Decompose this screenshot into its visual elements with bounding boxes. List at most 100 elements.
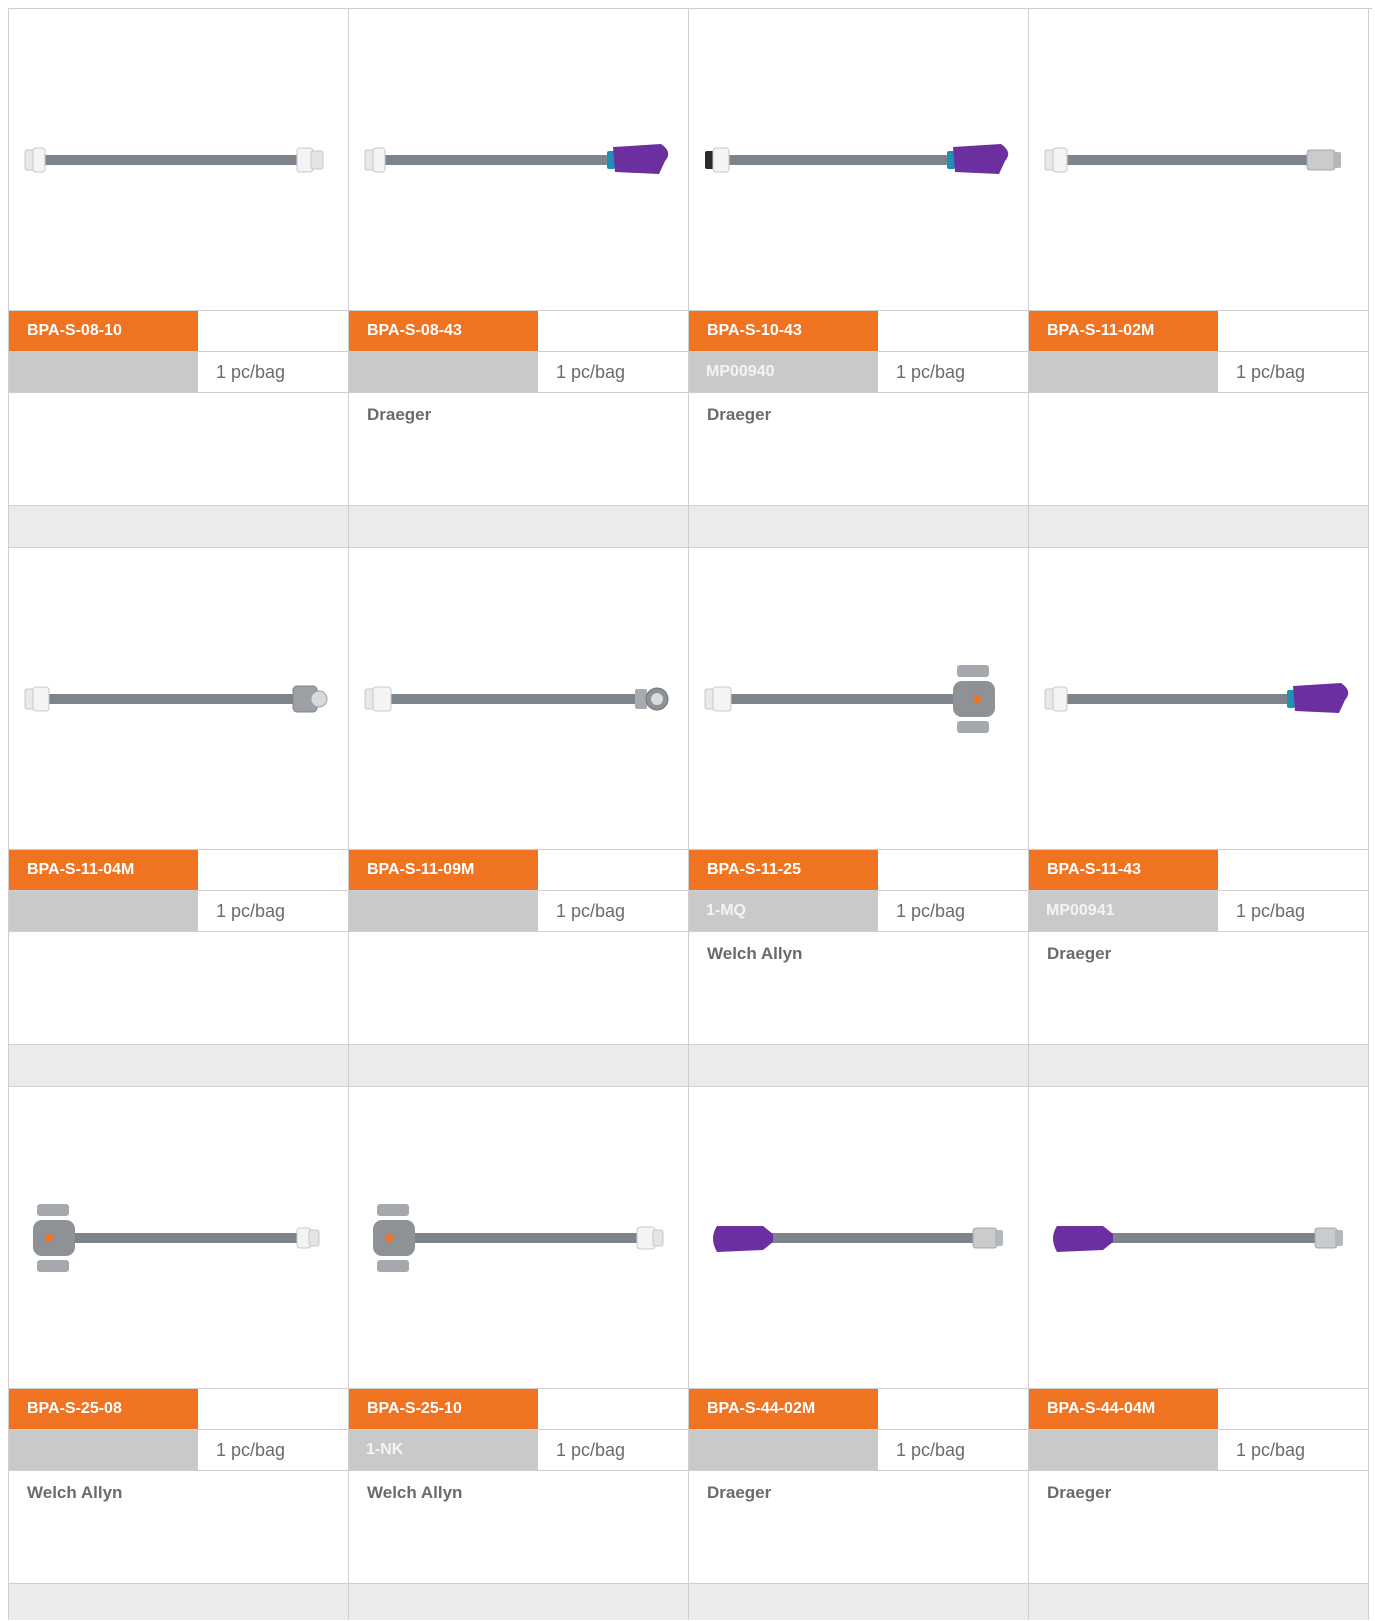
compatible-brand: Draeger — [349, 393, 688, 506]
packaging-unit: 1 pc/bag — [198, 352, 348, 392]
empty-cell — [878, 311, 1028, 351]
reference-number — [9, 891, 198, 931]
row-divider — [349, 1045, 688, 1087]
hose-clip-end-icon — [704, 664, 995, 733]
row-divider — [689, 1584, 1028, 1620]
info-row: 1 pc/bag — [689, 1430, 1028, 1471]
empty-cell — [878, 1389, 1028, 1429]
row-divider — [349, 1584, 688, 1620]
packaging-unit: 1 pc/bag — [1218, 1430, 1368, 1470]
hose-grey-knurled-icon — [24, 685, 327, 712]
info-row: 1 pc/bag — [349, 891, 688, 932]
compatible-brand — [1029, 393, 1368, 506]
product-code: BPA-S-11-25 — [689, 850, 878, 890]
empty-cell — [538, 1389, 688, 1429]
compatible-brand: Welch Allyn — [9, 1471, 348, 1584]
empty-cell — [1218, 850, 1368, 890]
code-row: BPA-S-25-10 — [349, 1389, 688, 1430]
row-divider — [9, 1045, 348, 1087]
product-image — [689, 9, 1028, 311]
code-row: BPA-S-10-43 — [689, 311, 1028, 352]
row-divider — [1029, 1045, 1368, 1087]
hose-purple-end-icon — [364, 143, 668, 174]
product-card: BPA-S-11-09M 1 pc/bag — [349, 548, 689, 1087]
code-row: BPA-S-44-02M — [689, 1389, 1028, 1430]
compatible-brand — [9, 932, 348, 1045]
reference-number — [689, 1430, 878, 1470]
row-divider — [349, 506, 688, 548]
empty-cell — [198, 1389, 348, 1429]
product-image — [1029, 1087, 1368, 1389]
product-code: BPA-S-25-08 — [9, 1389, 198, 1429]
compatible-brand: Draeger — [1029, 932, 1368, 1045]
info-row: 1 pc/bag — [1029, 352, 1368, 393]
reference-number — [9, 352, 198, 392]
info-row: 1 pc/bag — [349, 352, 688, 393]
product-code: BPA-S-08-43 — [349, 311, 538, 351]
empty-cell — [538, 850, 688, 890]
compatible-brand — [349, 932, 688, 1045]
packaging-unit: 1 pc/bag — [538, 891, 688, 931]
hose-clip-start-icon — [32, 1203, 319, 1272]
info-row: 1 pc/bag — [9, 891, 348, 932]
info-row: MP00941 1 pc/bag — [1029, 891, 1368, 932]
product-image — [349, 1087, 688, 1389]
product-code: BPA-S-08-10 — [9, 311, 198, 351]
product-card: BPA-S-11-04M 1 pc/bag — [9, 548, 349, 1087]
product-image — [349, 9, 688, 311]
row-divider — [1029, 506, 1368, 548]
hose-clip-start-icon — [372, 1203, 663, 1272]
code-row: BPA-S-11-04M — [9, 850, 348, 891]
code-row: BPA-S-25-08 — [9, 1389, 348, 1430]
product-grid: BPA-S-08-10 1 pc/bag BPA-S-08-43 1 pc/ba… — [8, 8, 1372, 1620]
hose-purple-start-icon — [712, 1225, 1003, 1252]
code-row: BPA-S-11-02M — [1029, 311, 1368, 352]
compatible-brand: Draeger — [1029, 1471, 1368, 1584]
info-row: 1-MQ 1 pc/bag — [689, 891, 1028, 932]
product-code: BPA-S-10-43 — [689, 311, 878, 351]
product-image — [9, 9, 348, 311]
info-row: MP00940 1 pc/bag — [689, 352, 1028, 393]
reference-number — [349, 352, 538, 392]
reference-number: MP00941 — [1029, 891, 1218, 931]
empty-cell — [1218, 311, 1368, 351]
product-image — [9, 548, 348, 850]
product-code: BPA-S-11-02M — [1029, 311, 1218, 351]
product-image — [349, 548, 688, 850]
product-card: BPA-S-11-25 1-MQ 1 pc/bag Welch Allyn — [689, 548, 1029, 1087]
packaging-unit: 1 pc/bag — [538, 352, 688, 392]
row-divider — [1029, 1584, 1368, 1620]
packaging-unit: 1 pc/bag — [878, 891, 1028, 931]
product-card: BPA-S-44-04M 1 pc/bag Draeger — [1029, 1087, 1369, 1620]
product-card: BPA-S-11-02M 1 pc/bag — [1029, 9, 1369, 548]
product-card: BPA-S-44-02M 1 pc/bag Draeger — [689, 1087, 1029, 1620]
compatible-brand: Draeger — [689, 1471, 1028, 1584]
product-code: BPA-S-44-04M — [1029, 1389, 1218, 1429]
empty-cell — [198, 311, 348, 351]
hose-purple-start-icon — [1052, 1225, 1343, 1252]
code-row: BPA-S-11-43 — [1029, 850, 1368, 891]
packaging-unit: 1 pc/bag — [538, 1430, 688, 1470]
product-code: BPA-S-11-09M — [349, 850, 538, 890]
empty-cell — [538, 311, 688, 351]
compatible-brand: Welch Allyn — [349, 1471, 688, 1584]
reference-number: 1-MQ — [689, 891, 878, 931]
row-divider — [689, 1045, 1028, 1087]
product-card: BPA-S-11-43 MP00941 1 pc/bag Draeger — [1029, 548, 1369, 1087]
empty-cell — [198, 850, 348, 890]
compatible-brand — [9, 393, 348, 506]
code-row: BPA-S-11-25 — [689, 850, 1028, 891]
info-row: 1 pc/bag — [9, 352, 348, 393]
compatible-brand: Welch Allyn — [689, 932, 1028, 1045]
info-row: 1-NK 1 pc/bag — [349, 1430, 688, 1471]
info-row: 1 pc/bag — [1029, 1430, 1368, 1471]
hose-purple-end-icon — [1044, 682, 1348, 713]
code-row: BPA-S-08-10 — [9, 311, 348, 352]
reference-number — [9, 1430, 198, 1470]
product-code: BPA-S-44-02M — [689, 1389, 878, 1429]
code-row: BPA-S-44-04M — [1029, 1389, 1368, 1430]
product-card: BPA-S-08-43 1 pc/bag Draeger — [349, 9, 689, 548]
product-card: BPA-S-25-08 1 pc/bag Welch Allyn — [9, 1087, 349, 1620]
product-card: BPA-S-08-10 1 pc/bag — [9, 9, 349, 548]
packaging-unit: 1 pc/bag — [878, 1430, 1028, 1470]
